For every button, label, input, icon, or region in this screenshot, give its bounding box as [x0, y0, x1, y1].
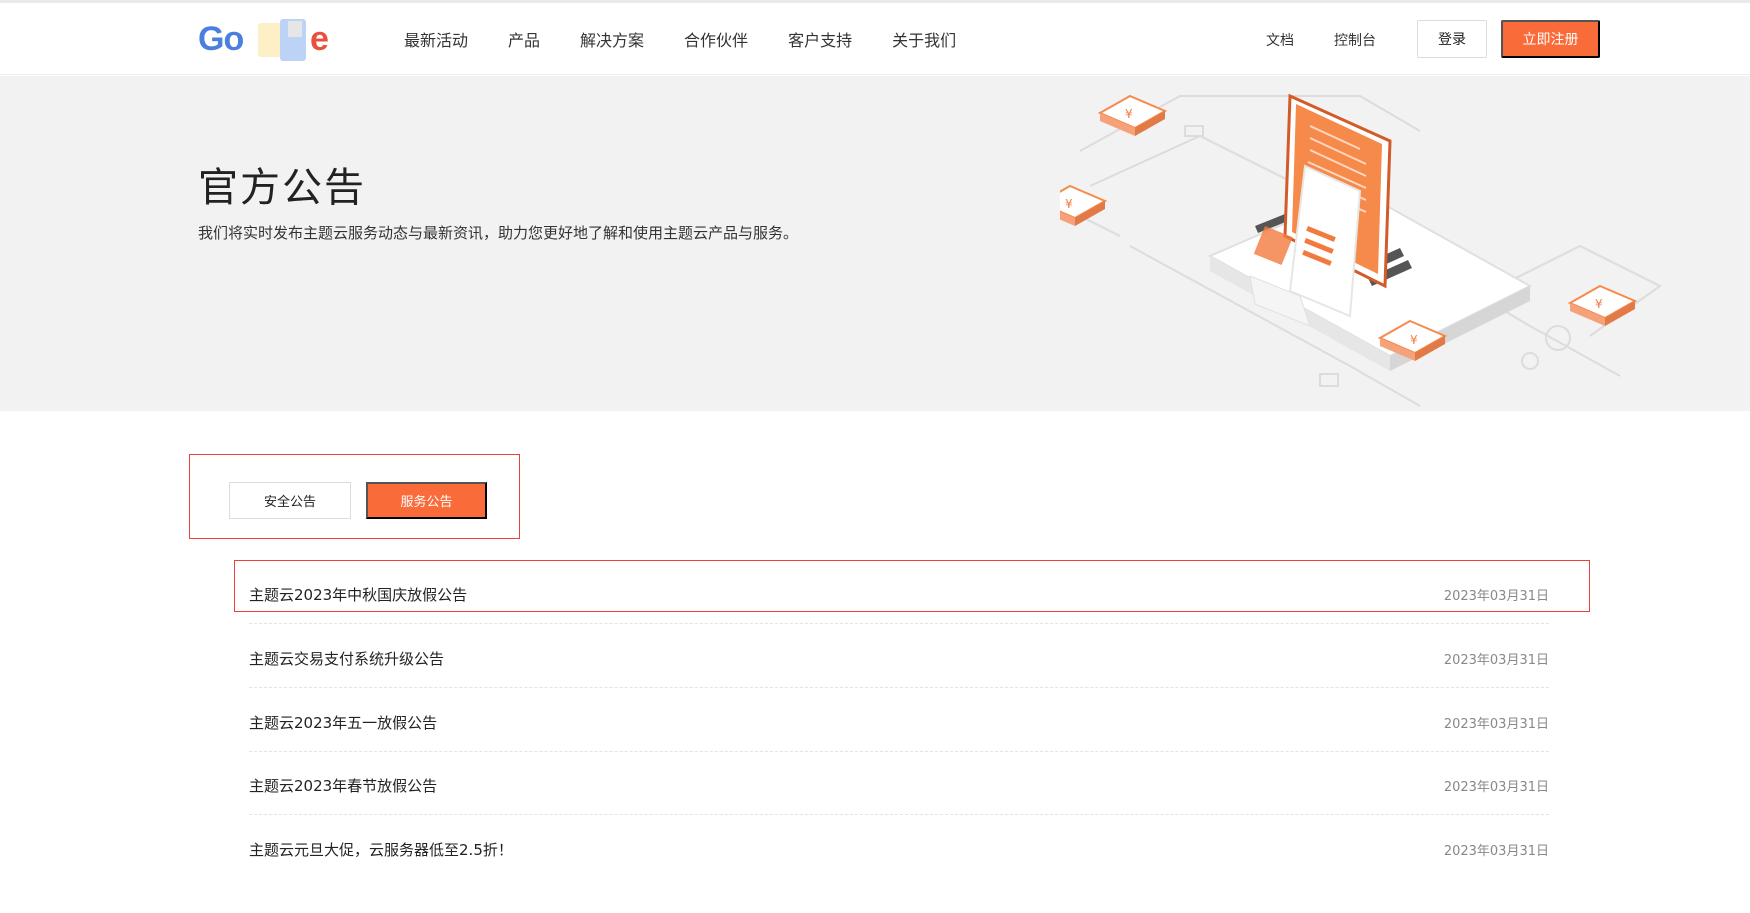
list-item[interactable]: 主题云2023年春节放假公告 2023年03月31日: [249, 751, 1549, 815]
notice-date: 2023年03月31日: [1443, 780, 1549, 795]
notice-date: 2023年03月31日: [1443, 653, 1549, 668]
nav-item-about[interactable]: 关于我们: [892, 27, 956, 51]
page-title: 官方公告: [198, 165, 366, 211]
hero-banner: 官方公告 我们将实时发布主题云服务动态与最新资讯，助力您更好地了解和使用主题云产…: [0, 76, 1750, 411]
svg-text:¥: ¥: [1595, 297, 1603, 311]
invoice-illustration-icon: ¥ ¥ ¥ ¥: [1060, 93, 1662, 407]
nav-item-partners[interactable]: 合作伙伴: [684, 27, 748, 51]
notice-title[interactable]: 主题云交易支付系统升级公告: [249, 648, 444, 669]
site-header: Go e 最新活动 产品 解决方案 合作伙伴 客户支持 关于我们 文档 控制台 …: [0, 3, 1750, 75]
main-nav: 最新活动 产品 解决方案 合作伙伴 客户支持 关于我们: [404, 3, 996, 75]
logo-text-end: e: [310, 20, 329, 58]
nav-item-latest-activity[interactable]: 最新活动: [404, 27, 468, 51]
notice-date: 2023年03月31日: [1443, 844, 1549, 859]
notice-title[interactable]: 主题云2023年中秋国庆放假公告: [249, 584, 467, 605]
list-item[interactable]: 主题云交易支付系统升级公告 2023年03月31日: [249, 624, 1549, 688]
console-link[interactable]: 控制台: [1334, 30, 1376, 50]
logo-text-start: Go: [198, 20, 244, 58]
notice-title[interactable]: 主题云元旦大促，云服务器低至2.5折！: [249, 839, 513, 860]
list-item[interactable]: 主题云2023年五一放假公告 2023年03月31日: [249, 688, 1549, 752]
register-button[interactable]: 立即注册: [1501, 20, 1600, 58]
notice-title[interactable]: 主题云2023年五一放假公告: [249, 712, 437, 733]
svg-text:¥: ¥: [1410, 333, 1418, 347]
page-description: 我们将实时发布主题云服务动态与最新资讯，助力您更好地了解和使用主题云产品与服务。: [198, 224, 799, 242]
svg-text:¥: ¥: [1125, 107, 1133, 121]
docs-link[interactable]: 文档: [1266, 30, 1294, 50]
nav-item-solutions[interactable]: 解决方案: [580, 27, 644, 51]
tab-security-notice[interactable]: 安全公告: [229, 482, 351, 519]
notice-date: 2023年03月31日: [1443, 589, 1549, 604]
list-item[interactable]: 主题云元旦大促，云服务器低至2.5折！ 2023年03月31日: [249, 815, 1549, 879]
svg-text:¥: ¥: [1065, 197, 1073, 211]
nav-item-support[interactable]: 客户支持: [788, 27, 852, 51]
nav-item-products[interactable]: 产品: [508, 27, 540, 51]
notice-type-tabs: 安全公告 服务公告: [189, 454, 520, 539]
login-button[interactable]: 登录: [1417, 20, 1487, 58]
notice-title[interactable]: 主题云2023年春节放假公告: [249, 775, 437, 796]
notice-date: 2023年03月31日: [1443, 717, 1549, 732]
tab-service-notice[interactable]: 服务公告: [366, 482, 487, 519]
logo-blurred-part: [258, 19, 318, 61]
list-item[interactable]: 主题云2023年中秋国庆放假公告 2023年03月31日: [249, 560, 1549, 624]
